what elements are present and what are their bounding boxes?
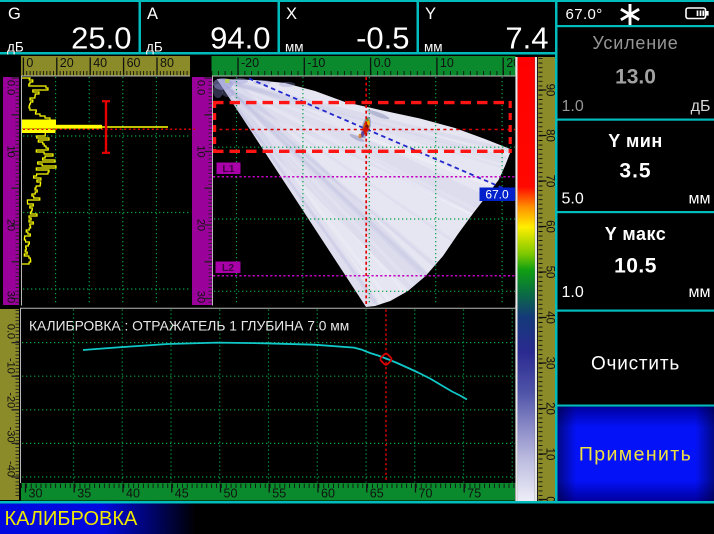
svg-text:7.4: 7.4: [505, 21, 548, 56]
svg-text:1.0: 1.0: [562, 284, 584, 301]
svg-text:Y макс: Y макс: [605, 224, 667, 244]
svg-text:дБ: дБ: [691, 98, 711, 115]
svg-text:1.0: 1.0: [562, 98, 584, 115]
svg-text:10.5: 10.5: [614, 255, 657, 278]
svg-text:25.0: 25.0: [71, 21, 131, 56]
svg-text:Применить: Применить: [579, 444, 692, 466]
svg-text:13.0: 13.0: [615, 66, 656, 89]
svg-text:Усиление: Усиление: [592, 33, 678, 53]
svg-text:67.0°: 67.0°: [566, 6, 603, 23]
svg-text:дБ: дБ: [146, 40, 163, 55]
svg-text:дБ: дБ: [7, 40, 24, 55]
svg-text:G: G: [8, 5, 21, 23]
svg-text:мм: мм: [689, 284, 711, 301]
svg-text:КАЛИБРОВКА: КАЛИБРОВКА: [5, 508, 139, 530]
svg-text:94.0: 94.0: [210, 21, 270, 56]
svg-text:Y мин: Y мин: [608, 131, 662, 151]
svg-text:X: X: [286, 5, 297, 23]
svg-text:мм: мм: [285, 40, 304, 55]
svg-text:-0.5: -0.5: [356, 21, 409, 56]
svg-text:Y: Y: [425, 5, 436, 23]
svg-text:мм: мм: [689, 190, 711, 207]
svg-text:Очистить: Очистить: [591, 354, 680, 375]
svg-text:5.0: 5.0: [562, 190, 584, 207]
svg-text:3.5: 3.5: [619, 160, 651, 183]
svg-text:мм: мм: [424, 40, 443, 55]
svg-text:A: A: [147, 5, 158, 23]
